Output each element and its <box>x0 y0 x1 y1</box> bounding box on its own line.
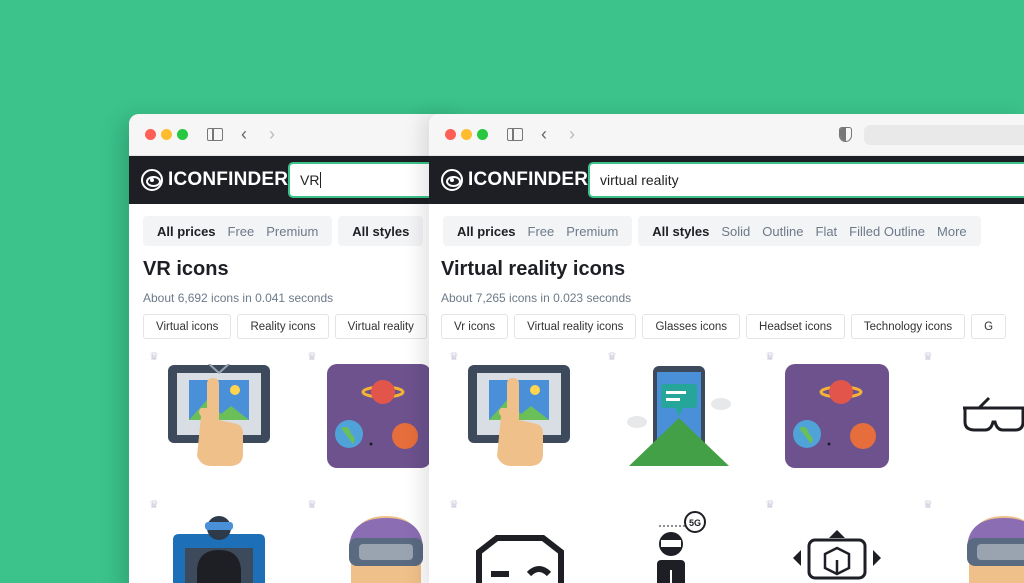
premium-crown-icon: ♛ <box>923 351 933 363</box>
price-filter-group: All prices Free Premium <box>143 216 333 246</box>
filter-bar: All prices Free Premium All styles Solid… <box>443 216 981 246</box>
filter-premium[interactable]: Premium <box>266 224 318 239</box>
style-filter-group: All styles Solid Outline Flat Filled Out… <box>638 216 981 246</box>
browser-window-vr: ‹ › ICONFINDER VR All prices Free Premiu… <box>129 114 459 583</box>
chip-vr-icons[interactable]: Vr icons <box>441 314 509 339</box>
chip-technology-icons[interactable]: Technology icons <box>850 314 966 339</box>
minimize-window-button[interactable] <box>161 129 172 140</box>
browser-window-virtual-reality: ‹ › ICONFINDER virtual reality All price… <box>429 114 1024 583</box>
eye-logo-icon <box>141 169 163 191</box>
forward-arrow-icon[interactable]: › <box>569 125 575 143</box>
filter-free[interactable]: Free <box>228 224 255 239</box>
premium-crown-icon: ♛ <box>607 351 617 363</box>
close-window-button[interactable] <box>145 129 156 140</box>
result-count: About 6,692 icons in 0.041 seconds <box>143 291 334 305</box>
page-title: VR icons <box>143 258 229 280</box>
filter-bar: All prices Free Premium All styles <box>143 216 424 246</box>
vr-headset-user-icon[interactable] <box>959 512 1024 583</box>
filter-solid[interactable]: Solid <box>721 224 750 239</box>
chip-virtual-icons[interactable]: Virtual icons <box>143 314 232 339</box>
related-searches: Virtual icons Reality icons Virtual real… <box>143 314 427 339</box>
filter-all-styles[interactable]: All styles <box>352 224 409 239</box>
vr-headset-user-icon[interactable] <box>341 512 431 583</box>
premium-crown-icon: ♛ <box>307 351 317 363</box>
price-filter-group: All prices Free Premium <box>443 216 633 246</box>
tablet-touch-icon[interactable] <box>467 364 571 468</box>
premium-crown-icon: ♛ <box>449 499 459 511</box>
premium-crown-icon: ♛ <box>923 499 933 511</box>
page-title: Virtual reality icons <box>441 258 626 280</box>
chip-headset-icons[interactable]: Headset icons <box>746 314 845 339</box>
style-filter-group: All styles <box>338 216 424 246</box>
premium-crown-icon: ♛ <box>765 499 775 511</box>
filter-flat[interactable]: Flat <box>816 224 838 239</box>
search-value: VR <box>300 172 320 188</box>
phone-chat-icon[interactable] <box>625 364 733 468</box>
filter-all-styles[interactable]: All styles <box>652 224 709 239</box>
logo-text: ICONFINDER <box>168 169 289 190</box>
chip-glasses-icons[interactable]: Glasses icons <box>642 314 741 339</box>
site-header: ICONFINDER VR <box>129 156 459 204</box>
iconfinder-logo[interactable]: ICONFINDER <box>141 168 288 192</box>
maximize-window-button[interactable] <box>177 129 188 140</box>
eye-logo-icon <box>441 169 463 191</box>
site-header: ICONFINDER virtual reality <box>429 156 1024 204</box>
search-input[interactable]: virtual reality <box>588 162 1024 198</box>
chip-virtual-reality-icons[interactable]: Virtual reality icons <box>514 314 637 339</box>
vr-glasses-outline-icon[interactable] <box>959 394 1024 438</box>
close-window-button[interactable] <box>445 129 456 140</box>
address-bar[interactable] <box>864 125 1024 145</box>
premium-crown-icon: ♛ <box>765 351 775 363</box>
back-arrow-icon[interactable]: ‹ <box>241 125 247 143</box>
premium-crown-icon: ♛ <box>449 351 459 363</box>
logo-text: ICONFINDER <box>468 169 589 190</box>
vr-headset-outline-icon[interactable] <box>469 534 569 583</box>
search-value: virtual reality <box>600 172 679 188</box>
filter-all-prices[interactable]: All prices <box>157 224 216 239</box>
premium-crown-icon: ♛ <box>149 499 159 511</box>
text-caret <box>320 172 322 188</box>
forward-arrow-icon[interactable]: › <box>269 125 275 143</box>
sidebar-toggle-icon[interactable] <box>207 128 223 141</box>
space-planets-icon[interactable] <box>327 364 431 468</box>
tablet-touch-icon[interactable] <box>167 364 271 468</box>
filter-free[interactable]: Free <box>528 224 555 239</box>
chip-more[interactable]: G <box>971 314 1007 339</box>
iconfinder-logo[interactable]: ICONFINDER <box>441 168 588 192</box>
filter-all-prices[interactable]: All prices <box>457 224 516 239</box>
maximize-window-button[interactable] <box>477 129 488 140</box>
related-searches: Vr icons Virtual reality icons Glasses i… <box>441 314 1007 339</box>
sidebar-toggle-icon[interactable] <box>507 128 523 141</box>
5g-badge-text: 5G <box>689 518 701 528</box>
title-bar: ‹ › <box>129 114 459 156</box>
chip-reality-icons[interactable]: Reality icons <box>237 314 329 339</box>
minimize-window-button[interactable] <box>461 129 472 140</box>
filter-outline[interactable]: Outline <box>762 224 803 239</box>
premium-crown-icon: ♛ <box>149 351 159 363</box>
vr-person-icon[interactable] <box>167 512 271 583</box>
filter-filled-outline[interactable]: Filled Outline <box>849 224 925 239</box>
title-bar: ‹ › <box>429 114 1024 156</box>
chip-virtual-reality[interactable]: Virtual reality <box>334 314 427 339</box>
result-count: About 7,265 icons in 0.023 seconds <box>441 291 632 305</box>
space-planets-icon[interactable] <box>785 364 889 468</box>
vr-5g-person-icon[interactable]: 5G <box>645 510 711 583</box>
filter-more[interactable]: More <box>937 224 967 239</box>
vr-cube-icon[interactable] <box>787 528 887 583</box>
privacy-shield-icon[interactable] <box>839 127 852 142</box>
filter-premium[interactable]: Premium <box>566 224 618 239</box>
premium-crown-icon: ♛ <box>307 499 317 511</box>
back-arrow-icon[interactable]: ‹ <box>541 125 547 143</box>
